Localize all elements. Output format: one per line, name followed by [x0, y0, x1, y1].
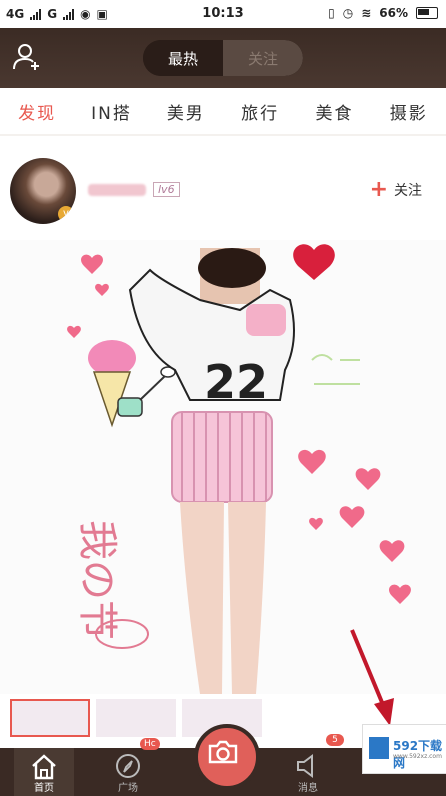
speaker-icon	[297, 754, 313, 778]
wifi-icon: ≋	[361, 6, 372, 20]
plaza-badge: Hc	[140, 738, 160, 750]
alarm-icon: ◷	[342, 6, 354, 20]
battery-percent: 66%	[379, 6, 408, 20]
tab-food[interactable]: 美食	[297, 99, 371, 124]
thumbnail-2[interactable]	[96, 699, 176, 737]
username-blurred[interactable]	[88, 184, 146, 196]
avatar[interactable]: v	[10, 158, 76, 224]
status-right: ▯ ◷ ≋ 66%	[328, 6, 438, 20]
thumbnail-1[interactable]	[10, 699, 90, 737]
tab-in-style[interactable]: IN搭	[74, 99, 148, 124]
red-arrow-annotation	[350, 629, 394, 726]
handwriting-text: 我の节	[74, 520, 120, 640]
tab-plaza[interactable]: 广场	[98, 748, 158, 796]
tab-handsome[interactable]: 美男	[149, 99, 223, 124]
compass-icon	[116, 754, 140, 778]
tab-travel[interactable]: 旅行	[223, 99, 297, 124]
follow-label: 关注	[394, 183, 422, 199]
camera-icon	[208, 740, 238, 764]
person-figure: 22	[128, 248, 295, 694]
battery-icon	[416, 7, 438, 19]
site-watermark-logo: 592下载网 www.592xz.com	[362, 724, 446, 774]
segment-follow[interactable]: 关注	[223, 40, 303, 76]
segment-hot[interactable]: 最热	[143, 40, 223, 76]
follow-button[interactable]: + 关注	[369, 177, 422, 202]
feed-segment-control: 最热 关注	[143, 40, 303, 76]
tab-plaza-label: 广场	[118, 783, 138, 794]
verified-badge-icon: v	[58, 206, 74, 222]
tab-home-label: 首页	[34, 783, 54, 794]
big-heart-doodle	[293, 244, 335, 280]
watermark-subtitle: www.592xz.com	[393, 753, 442, 760]
home-icon	[32, 754, 56, 780]
tab-photography[interactable]: 摄影	[372, 99, 446, 124]
jersey-number: 22	[204, 355, 268, 409]
add-friend-icon[interactable]	[12, 42, 42, 72]
category-tabs: 发现 IN搭 美男 旅行 美食 摄影	[0, 88, 446, 134]
status-bar: 4G G ◉ ▣ 10:13 ▯ ◷ ≋ 66%	[0, 0, 446, 28]
plus-icon: +	[369, 177, 388, 202]
logo-box-icon	[369, 737, 389, 759]
vibrate-icon: ▯	[328, 6, 335, 20]
tab-home[interactable]: 首页	[14, 748, 74, 796]
camera-button[interactable]	[194, 724, 260, 790]
level-badge: lv6	[153, 182, 180, 197]
tab-messages[interactable]: 消息	[278, 748, 338, 796]
tab-discover[interactable]: 发现	[0, 99, 74, 124]
top-bar: 最热 关注	[0, 28, 446, 88]
messages-badge: 5	[326, 734, 344, 746]
tab-messages-label: 消息	[298, 783, 318, 794]
